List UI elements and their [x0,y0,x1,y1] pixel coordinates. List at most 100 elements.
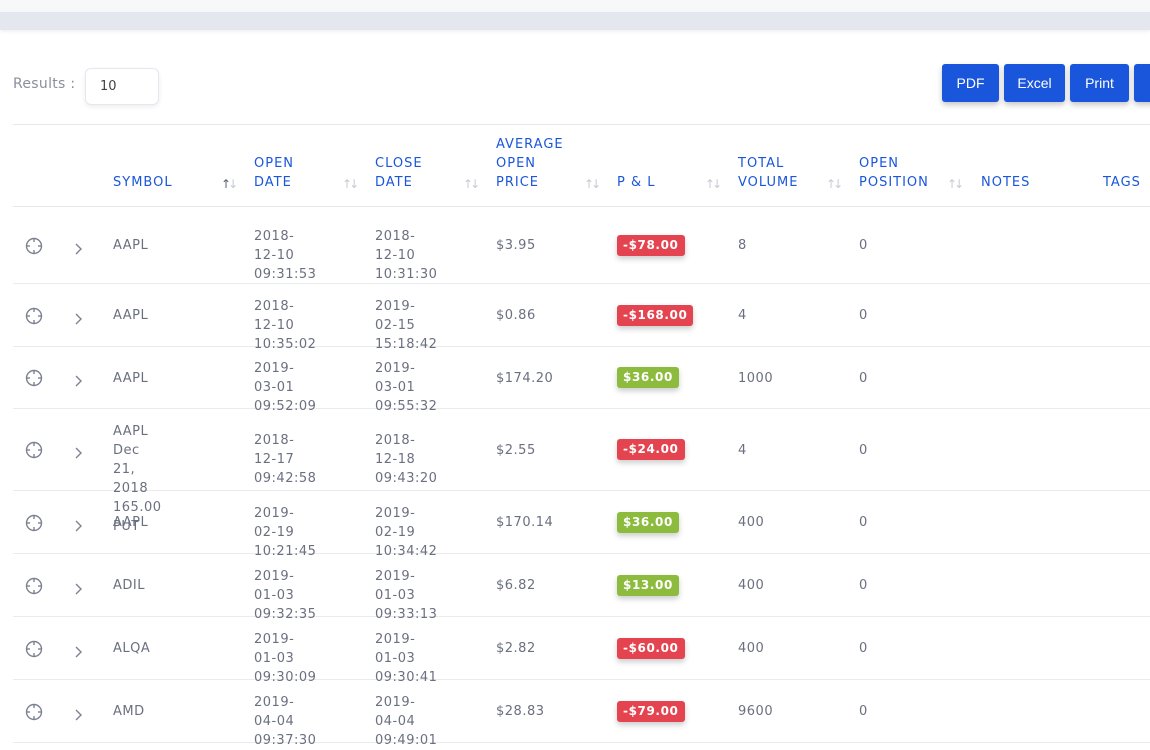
cell-open-date: 2019-01-0309:32:35 [254,567,316,624]
cell-total-volume: 400 [738,513,764,532]
cell-line: 10:31:30 [375,265,437,284]
crosshair-target-icon[interactable] [25,441,43,459]
cell-symbol: AAPL [113,236,148,255]
cell-total-volume: 9600 [738,702,773,721]
cell-open-date: 2018-12-1709:42:58 [254,431,316,488]
chevron-right-icon[interactable] [74,372,84,384]
cell-total-volume: 400 [738,576,764,595]
chevron-right-icon[interactable] [74,444,84,456]
cell-line: 2019-01-03 [254,630,316,668]
chevron-right-icon[interactable] [74,643,84,655]
cell-line: AAPL [113,306,148,325]
cell-line: 2018-12-10 [254,227,316,265]
cell-line: AMD [113,702,145,721]
cell-line: 2019-01-03 [375,630,437,668]
export-pdf-button[interactable]: PDF [942,64,999,102]
top-bar-strip [0,12,1150,30]
chevron-right-icon[interactable] [74,310,84,322]
cell-line: 15:18:42 [375,335,437,354]
cell-close-date: 2018-12-1010:31:30 [375,227,437,284]
chevron-right-icon[interactable] [74,240,84,252]
sort-arrows-icon[interactable]: ↑↓ [705,177,719,191]
cell-line: 09:42:58 [254,469,316,488]
crosshair-target-icon[interactable] [25,640,43,658]
chevron-right-icon[interactable] [74,580,84,592]
cell-line: 2019-02-19 [254,504,316,542]
pnl-badge: -$24.00 [617,439,685,460]
cell-open-position: 0 [859,236,868,255]
sort-arrows-icon[interactable]: ↑↓ [221,177,235,191]
row-divider [13,679,1150,680]
cell-line: 09:30:41 [375,668,437,687]
cell-open-date: 2018-12-1009:31:53 [254,227,316,284]
header-open-position[interactable]: OPENPOSITION [859,154,929,192]
chevron-right-icon[interactable] [74,706,84,718]
table-header-top-border [13,124,1150,125]
cell-open-date: 2019-03-0109:52:09 [254,359,316,416]
header-average-open-price[interactable]: AVERAGEOPENPRICE [496,135,564,192]
cell-symbol: AAPL [113,369,148,388]
results-label: Results : [13,76,75,92]
cell-line: 2019-01-03 [254,567,316,605]
export-excel-button[interactable]: Excel [1004,64,1065,102]
header-pnl[interactable]: P & L [617,173,655,192]
pnl-badge: $13.00 [617,575,679,596]
cell-close-date: 2019-01-0309:30:41 [375,630,437,687]
cell-line: ADIL [113,576,145,595]
cell-line: 2018-12-18 [375,431,437,469]
row-divider [13,553,1150,554]
cell-line: 09:30:09 [254,668,316,687]
cell-line: 2019-03-01 [375,359,437,397]
cell-symbol: ADIL [113,576,145,595]
crosshair-target-icon[interactable] [25,307,43,325]
cell-line: ALQA [113,639,150,658]
pnl-badge: -$78.00 [617,235,685,256]
sort-arrows-icon[interactable]: ↑↓ [463,177,477,191]
cell-line: 2019-02-19 [375,504,437,542]
row-divider [13,408,1150,409]
cell-average-open-price: $3.95 [496,236,536,255]
crosshair-target-icon[interactable] [25,703,43,721]
print-button[interactable]: Print [1070,64,1129,102]
cell-line: AAPL [113,369,148,388]
header-symbol[interactable]: SYMBOL [113,173,173,192]
cell-close-date: 2019-02-1910:34:42 [375,504,437,561]
cell-line: 2019-03-01 [254,359,316,397]
cell-average-open-price: $174.20 [496,369,553,388]
cell-line: 09:37:30 [254,731,316,750]
header-notes: NOTES [981,173,1030,192]
cell-symbol: ALQA [113,639,150,658]
pnl-badge: -$79.00 [617,701,685,722]
pnl-badge: -$168.00 [617,305,693,326]
crosshair-target-icon[interactable] [25,237,43,255]
cell-line: 2019-04-04 [375,693,437,731]
cell-line: 2018-12-10 [375,227,437,265]
cell-line: 09:52:09 [254,397,316,416]
sort-arrows-icon[interactable]: ↑↓ [342,177,356,191]
cell-close-date: 2019-04-0409:49:01 [375,693,437,750]
pnl-badge: $36.00 [617,512,679,533]
cell-close-date: 2019-01-0309:33:13 [375,567,437,624]
cell-open-date: 2018-12-1010:35:02 [254,297,316,354]
header-close-date[interactable]: CLOSEDATE [375,154,423,192]
sort-arrows-icon[interactable]: ↑↓ [584,177,598,191]
sort-arrows-icon[interactable]: ↑↓ [947,177,961,191]
cell-symbol: AAPL [113,513,148,532]
results-per-page-input[interactable] [85,68,159,105]
more-export-button[interactable] [1134,64,1150,102]
header-open-date[interactable]: OPENDATE [254,154,294,192]
header-total-volume[interactable]: TOTALVOLUME [738,154,798,192]
crosshair-target-icon[interactable] [25,514,43,532]
cell-symbol: AMD [113,702,145,721]
cell-total-volume: 1000 [738,369,773,388]
cell-line: 2018 165.00 [113,479,162,517]
crosshair-target-icon[interactable] [25,577,43,595]
sort-arrows-icon[interactable]: ↑↓ [826,177,840,191]
cell-open-position: 0 [859,702,868,721]
cell-average-open-price: $2.55 [496,441,536,460]
cell-line: 10:35:02 [254,335,316,354]
crosshair-target-icon[interactable] [25,369,43,387]
cell-line: 09:43:20 [375,469,437,488]
chevron-right-icon[interactable] [74,517,84,529]
row-divider [13,346,1150,347]
